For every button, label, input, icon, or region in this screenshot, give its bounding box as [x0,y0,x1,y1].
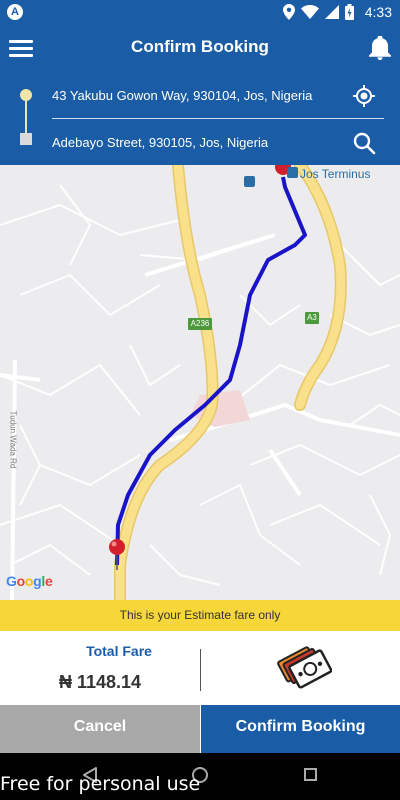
fare-panel: Total Fare ₦ 1148.14 [0,631,400,705]
navigation-bar: Free for personal use [0,753,400,800]
app-bar: Confirm Booking [0,24,400,72]
address-divider [52,118,384,119]
watermark-text: Free for personal use [0,773,201,795]
status-time: 4:33 [364,4,392,20]
pickup-address[interactable]: 43 Yakubu Gowon Way, 930104, Jos, Nigeri… [52,88,312,103]
estimate-notice: This is your Estimate fare only [0,600,400,631]
status-icons [283,4,354,20]
cash-icon[interactable] [276,645,332,695]
fare-label: Total Fare [86,643,152,659]
address-panel: 43 Yakubu Gowon Way, 930104, Jos, Nigeri… [0,72,400,165]
bell-icon[interactable] [369,36,391,60]
app-notification-badge: A [7,4,23,20]
dropoff-address[interactable]: Adebayo Street, 930105, Jos, Nigeria [52,135,268,150]
signal-icon [325,5,339,19]
road-label-a236: A236 [188,318,212,330]
fare-divider [200,649,201,691]
status-bar: A 4:33 [0,0,400,24]
google-attribution: Google [6,573,53,589]
location-icon [283,4,295,20]
battery-icon [345,4,354,20]
landmark-label: Jos Terminus [300,167,371,181]
fare-value: ₦ 1148.14 [58,672,142,692]
pickup-marker [20,89,32,101]
cancel-button[interactable]: Cancel [0,705,200,753]
street-label: Tudun Wada Rd [8,410,18,469]
map-canvas [0,165,400,600]
my-location-icon[interactable] [352,84,376,108]
search-icon[interactable] [352,131,376,155]
route-map[interactable]: Jos Terminus A236 A3 Tudun Wada Rd Googl… [0,165,400,600]
page-title: Confirm Booking [131,37,269,56]
confirm-booking-button[interactable]: Confirm Booking [201,705,400,753]
dropoff-marker [20,133,32,145]
action-buttons: Cancel Confirm Booking [0,705,400,753]
route-connector [25,101,27,133]
recents-icon[interactable] [304,768,317,781]
road-label-a3: A3 [305,312,319,324]
wifi-icon [301,5,319,19]
